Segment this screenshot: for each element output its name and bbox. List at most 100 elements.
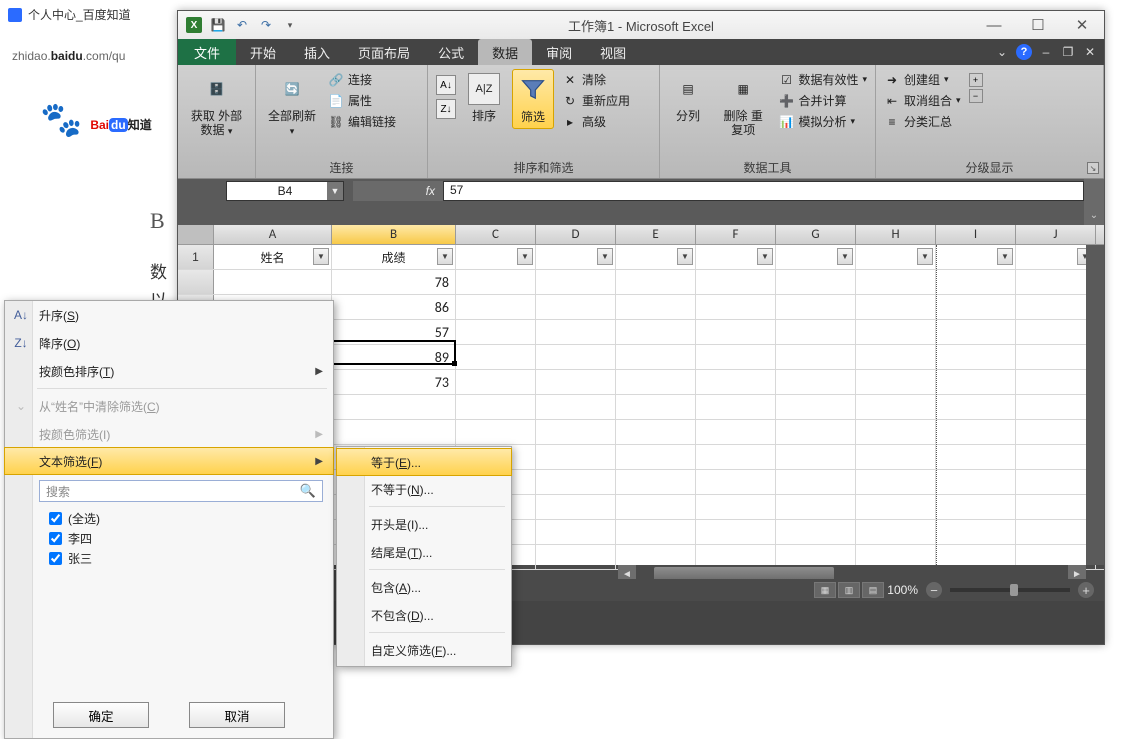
filter-dropdown-E[interactable]: ▼ [677,248,693,265]
minimize-ribbon-icon[interactable]: ⌄ [994,44,1010,60]
submenu-not-contains[interactable]: 不包含(D)... [337,601,511,629]
zoom-in-icon[interactable]: + [1078,582,1094,598]
cell-J1[interactable]: ▼ [1016,245,1096,269]
what-if-button[interactable]: 📊模拟分析 ▾ [778,111,867,132]
select-all-corner[interactable] [178,225,214,244]
view-layout-icon[interactable]: ▥ [838,582,860,598]
chk-item-2[interactable]: 张三 [49,548,323,568]
col-header-J[interactable]: J [1016,225,1096,244]
connections-button[interactable]: 🔗连接 [328,69,396,90]
dialog-launcher-icon[interactable]: ↘ [1087,162,1099,174]
chk-select-all[interactable]: (全选) [49,508,323,528]
submenu-not-equals[interactable]: 不等于(N)... [337,475,511,503]
filter-dropdown-F[interactable]: ▼ [757,248,773,265]
name-box-dropdown-icon[interactable]: ▼ [327,182,343,200]
ok-button[interactable]: 确定 [53,702,149,728]
tab-data[interactable]: 数据 [478,39,532,65]
cell-B3[interactable]: 86 [332,295,456,319]
col-header-C[interactable]: C [456,225,536,244]
browser-tab[interactable]: 个人中心_百度知道 [8,6,131,23]
help-icon[interactable]: ? [1016,44,1032,60]
mdi-minimize-icon[interactable]: – [1038,44,1054,60]
show-detail-icon[interactable]: + [969,73,983,87]
mdi-restore-icon[interactable]: ❐ [1060,44,1076,60]
expand-formula-bar[interactable]: ⌄ [1084,179,1104,225]
filter-dropdown-C[interactable]: ▼ [517,248,533,265]
col-header-I[interactable]: I [936,225,1016,244]
col-header-A[interactable]: A [214,225,332,244]
cell-B5[interactable]: 89 [332,345,456,369]
col-header-D[interactable]: D [536,225,616,244]
qat-save-icon[interactable]: 💾 [210,17,226,33]
tab-file[interactable]: 文件 [178,39,236,65]
get-external-data-button[interactable]: 🗄️获取 外部数据 ▾ [186,69,247,142]
remove-duplicates-button[interactable]: ▦删除 重复项 [716,69,770,141]
consolidate-button[interactable]: ➕合并计算 [778,90,867,111]
sort-asc-icon[interactable]: A↓ [436,75,456,95]
submenu-ends-with[interactable]: 结尾是(T)... [337,538,511,566]
filter-dropdown-B[interactable]: ▼ [437,248,453,265]
cell-G1[interactable]: ▼ [776,245,856,269]
qat-undo-icon[interactable]: ↶ [234,17,250,33]
cell-F1[interactable]: ▼ [696,245,776,269]
col-header-E[interactable]: E [616,225,696,244]
edit-links-button[interactable]: ⛓编辑链接 [328,111,396,132]
qat-customize-icon[interactable]: ▾ [282,17,298,33]
qat-redo-icon[interactable]: ↷ [258,17,274,33]
cell-B1[interactable]: 成绩▼ [332,245,456,269]
clear-filter-button[interactable]: ✕清除 [562,69,630,90]
submenu-custom-filter[interactable]: 自定义筛选(F)... [337,636,511,664]
submenu-contains[interactable]: 包含(A)... [337,573,511,601]
properties-button[interactable]: 📄属性 [328,90,396,111]
cell-A1[interactable]: 姓名▼ [214,245,332,269]
reapply-button[interactable]: ↻重新应用 [562,90,630,111]
col-header-G[interactable]: G [776,225,856,244]
tab-insert[interactable]: 插入 [290,39,344,65]
ungroup-button[interactable]: ⇤取消组合 ▾ [884,90,961,111]
name-box[interactable]: B4▼ [226,181,344,201]
col-header-B[interactable]: B [332,225,456,244]
group-button[interactable]: ➜创建组 ▾ [884,69,961,90]
menu-sort-desc[interactable]: Z↓降序(O) [5,329,333,357]
filter-dropdown-D[interactable]: ▼ [597,248,613,265]
close-button[interactable]: ✕ [1060,11,1104,39]
cell-B2[interactable]: 78 [332,270,456,294]
mdi-close-icon[interactable]: ✕ [1082,44,1098,60]
excel-app-icon[interactable]: X [186,17,202,33]
text-to-columns-button[interactable]: ▤分列 [668,69,708,127]
col-header-F[interactable]: F [696,225,776,244]
vertical-scrollbar[interactable] [1086,245,1104,565]
chk-item-1[interactable]: 李四 [49,528,323,548]
cell-D1[interactable]: ▼ [536,245,616,269]
zoom-level[interactable]: 100% [887,583,918,597]
view-normal-icon[interactable]: ▦ [814,582,836,598]
refresh-all-button[interactable]: 🔄全部刷新▾ [264,69,320,142]
cancel-button[interactable]: 取消 [189,702,285,728]
subtotal-button[interactable]: ≡分类汇总 [884,111,961,132]
cell-B6[interactable]: 73 [332,370,456,394]
submenu-begins-with[interactable]: 开头是(I)... [337,510,511,538]
tab-home[interactable]: 开始 [236,39,290,65]
row-header-1[interactable]: 1 [178,245,214,269]
view-pagebreak-icon[interactable]: ▤ [862,582,884,598]
menu-sort-color[interactable]: 按颜色排序(T)▶ [5,357,333,385]
filter-dropdown-H[interactable]: ▼ [917,248,933,265]
filter-dropdown-A[interactable]: ▼ [313,248,329,265]
zoom-slider[interactable] [950,588,1070,592]
sort-desc-icon[interactable]: Z↓ [436,99,456,119]
submenu-equals[interactable]: 等于(E)... [336,448,512,476]
fx-icon[interactable]: fx [426,184,435,198]
zoom-out-icon[interactable]: − [926,582,942,598]
maximize-button[interactable]: ☐ [1016,11,1060,39]
filter-dropdown-G[interactable]: ▼ [837,248,853,265]
formula-input[interactable]: 57 [443,181,1084,201]
col-header-H[interactable]: H [856,225,936,244]
tab-view[interactable]: 视图 [586,39,640,65]
filter-button[interactable]: 筛选 [512,69,554,129]
cell-I1[interactable]: ▼ [936,245,1016,269]
sort-button[interactable]: A|Z排序 [464,69,504,127]
advanced-button[interactable]: ▸高级 [562,111,630,132]
hide-detail-icon[interactable]: − [969,89,983,103]
menu-sort-asc[interactable]: A↓升序(S) [5,301,333,329]
cell-H1[interactable]: ▼ [856,245,936,269]
